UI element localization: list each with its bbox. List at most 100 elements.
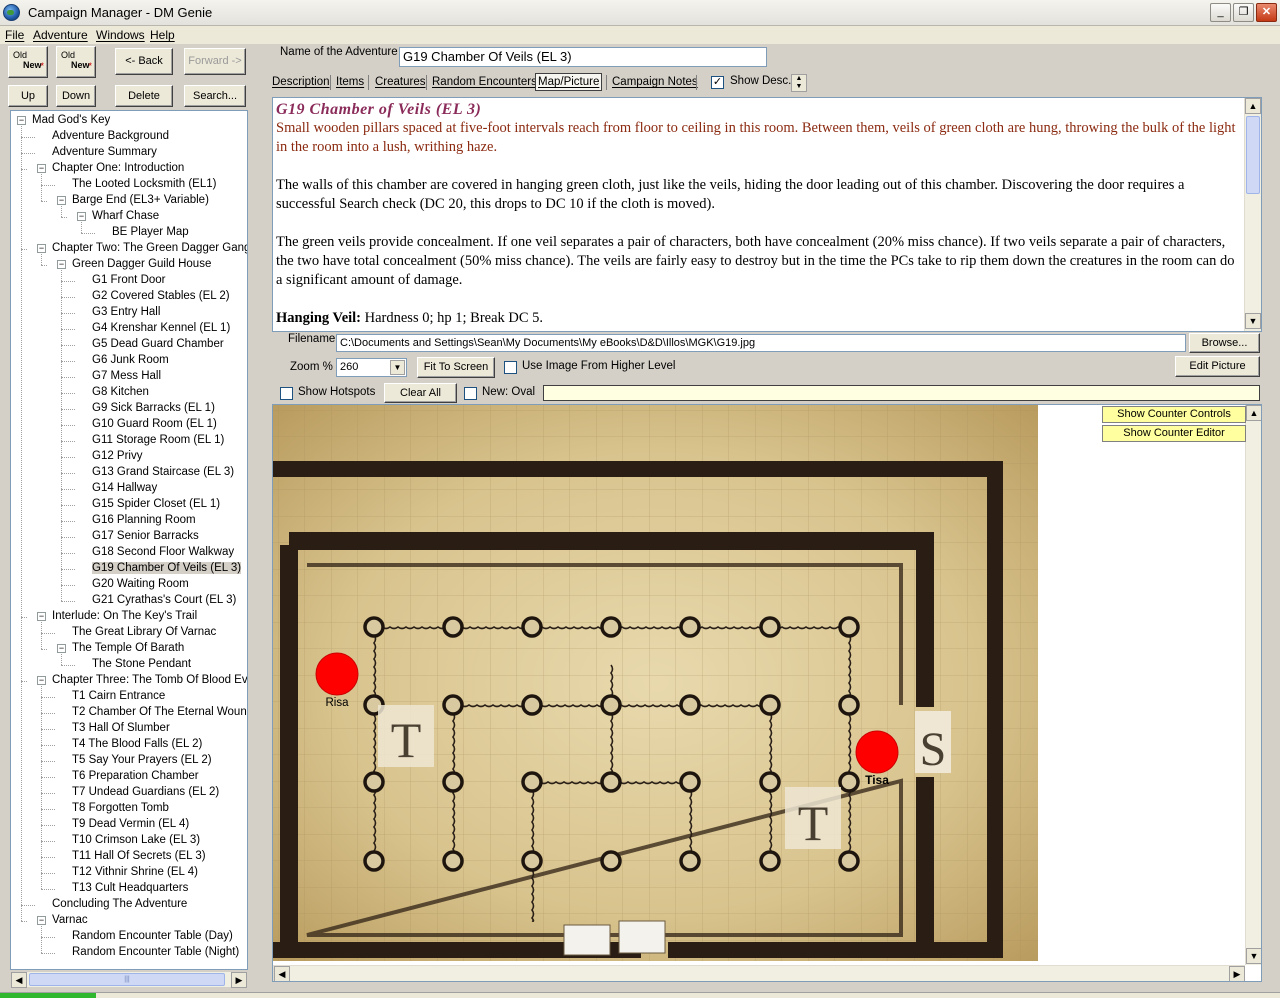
tree-item[interactable]: Adventure Summary: [52, 145, 157, 161]
tree-item[interactable]: G14 Hallway: [92, 481, 157, 497]
tree-item[interactable]: Chapter Two: The Green Dagger Gang: [52, 241, 247, 257]
tree-toggle-icon[interactable]: −: [57, 644, 66, 653]
tree-item[interactable]: T6 Preparation Chamber: [72, 769, 199, 785]
tree-item[interactable]: G11 Storage Room (EL 1): [92, 433, 224, 449]
tab-creatures[interactable]: Creatures: [375, 72, 426, 92]
menu-help[interactable]: Help: [150, 28, 175, 42]
show-hotspots-checkbox[interactable]: [280, 387, 293, 400]
tree-item[interactable]: G17 Senior Barracks: [92, 529, 199, 545]
tree-item[interactable]: Interlude: On The Key's Trail: [52, 609, 197, 625]
adventure-tree[interactable]: − Mad God's Key Adventure Background Advent…: [10, 110, 248, 970]
up-button[interactable]: Up: [8, 85, 48, 107]
tree-item[interactable]: G1 Front Door: [92, 273, 166, 289]
tree-item[interactable]: BE Player Map: [112, 225, 189, 241]
tree-item[interactable]: G20 Waiting Room: [92, 577, 189, 593]
tree-item[interactable]: T7 Undead Guardians (EL 2): [72, 785, 219, 801]
tree-item[interactable]: T8 Forgotten Tomb: [72, 801, 169, 817]
scroll-down-button[interactable]: ▼: [1246, 948, 1261, 964]
tree-item[interactable]: G6 Junk Room: [92, 353, 169, 369]
chevron-down-icon[interactable]: ▼: [390, 360, 405, 375]
tree-toggle-icon[interactable]: −: [37, 164, 46, 173]
search-button[interactable]: Search...: [184, 85, 246, 107]
edit-picture-button[interactable]: Edit Picture: [1175, 356, 1260, 377]
scroll-up-button[interactable]: ▲: [1246, 405, 1261, 421]
tree-item[interactable]: T11 Hall Of Secrets (EL 3): [72, 849, 206, 865]
tree-item[interactable]: Green Dagger Guild House: [72, 257, 211, 273]
minimize-button[interactable]: _: [1210, 3, 1231, 22]
tree-item[interactable]: T13 Cult Headquarters: [72, 881, 188, 897]
tree-item[interactable]: G3 Entry Hall: [92, 305, 160, 321]
fit-to-screen-button[interactable]: Fit To Screen: [417, 357, 495, 378]
tree-item[interactable]: G5 Dead Guard Chamber: [92, 337, 224, 353]
menu-adventure[interactable]: Adventure: [33, 28, 88, 42]
tree-item[interactable]: Random Encounter Table (Day): [72, 929, 233, 945]
scroll-thumb[interactable]: [1246, 116, 1260, 194]
tree-toggle-icon[interactable]: −: [57, 196, 66, 205]
tree-item[interactable]: G10 Guard Room (EL 1): [92, 417, 217, 433]
map-vertical-scrollbar[interactable]: ▲ ▼: [1245, 405, 1261, 965]
tree-item[interactable]: Chapter Three: The Tomb Of Blood Ever: [52, 673, 247, 689]
tab-map-picture[interactable]: Map/Picture: [535, 73, 603, 91]
tree-toggle-icon[interactable]: −: [37, 676, 46, 685]
maximize-button[interactable]: ❐: [1233, 3, 1254, 22]
tree-item[interactable]: Adventure Background: [52, 129, 169, 145]
tree-item[interactable]: G13 Grand Staircase (EL 3): [92, 465, 234, 481]
filename-input[interactable]: C:\Documents and Settings\Sean\My Docume…: [336, 334, 1186, 352]
tree-item[interactable]: G21 Cyrathas's Court (EL 3): [92, 593, 236, 609]
tree-item[interactable]: T3 Hall Of Slumber: [72, 721, 170, 737]
tree-item[interactable]: G4 Krenshar Kennel (EL 1): [92, 321, 230, 337]
delete-button[interactable]: Delete: [115, 85, 173, 107]
browse-button[interactable]: Browse...: [1189, 333, 1260, 353]
tree-item[interactable]: G12 Privy: [92, 449, 143, 465]
spin-down-icon[interactable]: ▼: [792, 83, 806, 91]
tree-toggle-icon[interactable]: −: [17, 116, 26, 125]
tree-item[interactable]: G16 Planning Room: [92, 513, 196, 529]
adventure-name-input[interactable]: G19 Chamber Of Veils (EL 3): [399, 47, 767, 67]
tree-toggle-icon[interactable]: −: [37, 612, 46, 621]
close-button[interactable]: ✕: [1256, 3, 1277, 22]
scroll-right-button[interactable]: ▶: [1229, 966, 1245, 981]
tab-campaign-notes[interactable]: Campaign Notes: [612, 72, 698, 92]
map-picture[interactable]: T T S Risa Tisa: [273, 405, 1038, 961]
tree-item[interactable]: G9 Sick Barracks (EL 1): [92, 401, 215, 417]
tree-item[interactable]: T10 Crimson Lake (EL 3): [72, 833, 200, 849]
tree-item[interactable]: T2 Chamber Of The Eternal Wound: [72, 705, 247, 721]
tree-item[interactable]: T5 Say Your Prayers (EL 2): [72, 753, 212, 769]
scroll-left-button[interactable]: ◀: [11, 972, 27, 988]
tree-item[interactable]: Random Encounter Table (Night): [72, 945, 239, 961]
tree-item[interactable]: G15 Spider Closet (EL 1): [92, 497, 220, 513]
spin-up-icon[interactable]: ▲: [792, 75, 806, 83]
tree-item[interactable]: Concluding The Adventure: [52, 897, 187, 913]
tree-item[interactable]: G19 Chamber Of Veils (EL 3): [92, 561, 242, 577]
back-button[interactable]: <- Back: [115, 48, 173, 75]
description-scrollbar[interactable]: ▲ ▼: [1244, 98, 1261, 331]
tree-item[interactable]: The Great Library Of Varnac: [72, 625, 216, 641]
show-desc-checkbox[interactable]: ✓: [711, 76, 724, 89]
tree-item[interactable]: T4 The Blood Falls (EL 2): [72, 737, 202, 753]
old-new-button-1[interactable]: Old New *: [8, 46, 48, 78]
menu-windows[interactable]: Windows: [96, 28, 145, 42]
tree-item[interactable]: Wharf Chase: [92, 209, 159, 225]
down-button[interactable]: Down: [56, 85, 96, 107]
forward-button[interactable]: Forward ->: [184, 48, 246, 75]
old-new-button-2[interactable]: Old New *: [56, 46, 96, 78]
scroll-thumb[interactable]: |||: [29, 973, 225, 986]
show-counter-controls-button[interactable]: Show Counter Controls: [1102, 406, 1246, 423]
tree-toggle-icon[interactable]: −: [77, 212, 86, 221]
map-horizontal-scrollbar[interactable]: ◀ ▶: [273, 965, 1245, 981]
tab-description[interactable]: Description: [272, 72, 330, 92]
tree-toggle-icon[interactable]: −: [37, 916, 46, 925]
tree-item[interactable]: Varnac: [52, 913, 88, 929]
clear-all-button[interactable]: Clear All: [384, 383, 457, 403]
new-oval-checkbox[interactable]: [464, 387, 477, 400]
description-panel[interactable]: G19 Chamber of Veils (EL 3) Small wooden…: [272, 97, 1262, 332]
tree-item[interactable]: Chapter One: Introduction: [52, 161, 184, 177]
show-desc-spinner[interactable]: ▲ ▼: [791, 74, 807, 92]
tree-item[interactable]: T12 Vithnir Shrine (EL 4): [72, 865, 198, 881]
tree-item[interactable]: Mad God's Key: [32, 113, 110, 129]
scroll-up-button[interactable]: ▲: [1245, 98, 1261, 114]
tree-item[interactable]: G8 Kitchen: [92, 385, 149, 401]
tree-item[interactable]: The Temple Of Barath: [72, 641, 184, 657]
tab-items[interactable]: Items: [336, 72, 364, 92]
tree-toggle-icon[interactable]: −: [37, 244, 46, 253]
